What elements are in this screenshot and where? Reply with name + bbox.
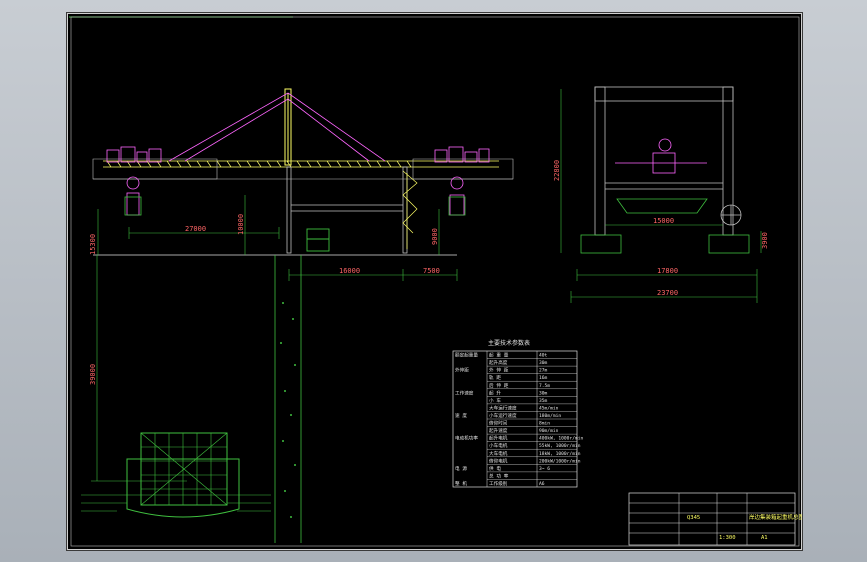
scale-label: 1:300 xyxy=(719,535,736,541)
parameter-table: 主要技术参数表 额定起重量 起 重 量 40t 起升高度 30m 外伸距 外 伸 距 27m 轨… xyxy=(452,339,583,488)
table-cell-value: 18kW, 1000r/min xyxy=(539,451,581,457)
ship-hull xyxy=(126,432,240,518)
table-cell-item: 小车运行速度 xyxy=(489,412,517,419)
table-cell-item: 起升速度 xyxy=(489,427,508,434)
elevation-view: 27000 15300 10000 9000 16000 7500 39000 xyxy=(81,88,514,543)
table-cell-value: 7.5m xyxy=(539,383,550,389)
dim-right-span: 7500 xyxy=(423,267,440,275)
table-cell-item: 俯仰时间 xyxy=(489,420,508,427)
table-cell-item: 供 电 xyxy=(489,465,501,472)
dim-overall-width: 23700 xyxy=(657,289,678,297)
table-cell-value: A6 xyxy=(539,481,545,487)
table-cell-item: 总 功 率 xyxy=(489,472,509,479)
table-cell-item: 起升电机 xyxy=(489,435,508,442)
table-cell-item: 起 升 xyxy=(489,389,501,396)
table-cell-item: 大车运行速度 xyxy=(489,404,517,411)
dim-rail-span: 16000 xyxy=(339,267,360,275)
table-cell-value: 45m/min xyxy=(539,405,559,411)
table-cell-item: 外 伸 距 xyxy=(489,367,509,374)
table-cell-label: 整 机 xyxy=(455,480,467,487)
dim-span-left: 27000 xyxy=(185,225,206,233)
drawing-sheet: 27000 15300 10000 9000 16000 7500 39000 … xyxy=(66,12,803,551)
table-cell-item: 大车电机 xyxy=(489,450,508,457)
table-cell-value: 27m xyxy=(539,368,548,374)
dim-inner-width: 15000 xyxy=(653,217,674,225)
table-cell-item: 工作级别 xyxy=(489,480,508,487)
drawing-title: 岸边集装箱起重机总图 xyxy=(749,513,802,521)
table-cell-item: 后 伸 距 xyxy=(489,382,509,389)
table-cell-value: 180m/min xyxy=(539,413,561,419)
dim-depth: 39000 xyxy=(89,364,97,385)
table-title: 主要技术参数表 xyxy=(488,339,530,347)
table-cell-value: 400kW, 1000r/min xyxy=(539,436,583,442)
table-cell-label: 电动机功率 xyxy=(455,435,478,442)
dim-wheel-height: 3900 xyxy=(761,232,769,249)
title-block: 岸边集装箱起重机总图 Q345 1:300 A1 xyxy=(628,492,802,546)
dim-height-right: 9000 xyxy=(431,228,439,245)
table-cell-item: 起 重 量 xyxy=(489,352,509,359)
dim-height-left: 15300 xyxy=(89,234,97,255)
cad-viewer: 27000 15300 10000 9000 16000 7500 39000 … xyxy=(0,0,867,562)
table-cell-value: 55kW, 1000r/min xyxy=(539,443,581,449)
table-cell-item: 小车电机 xyxy=(489,442,508,449)
sheet-number: A1 xyxy=(761,535,768,541)
material-label: Q345 xyxy=(687,515,700,521)
dim-height-mid: 10000 xyxy=(237,214,245,235)
table-cell-item: 小 车 xyxy=(489,397,501,404)
table-cell-label: 电 源 xyxy=(455,465,467,472)
table-cell-label: 外伸距 xyxy=(455,367,469,374)
table-cell-value: 30m xyxy=(539,390,548,396)
table-cell-value: 90m/min xyxy=(539,428,559,434)
table-cell-value: 16m xyxy=(539,375,548,381)
table-cell-value: 8min xyxy=(539,421,550,427)
table-cell-item: 俯仰电机 xyxy=(489,457,508,464)
table-cell-value: 40t xyxy=(539,353,548,359)
crane-general-drawing: 27000 15300 10000 9000 16000 7500 39000 … xyxy=(67,13,802,550)
table-cell-label: 额定起重量 xyxy=(455,352,478,359)
table-cell-value: 35m xyxy=(539,398,548,404)
table-cell-label: 工作速度 xyxy=(455,389,474,396)
side-view: 22800 15000 3900 17800 23700 xyxy=(553,86,769,303)
dim-gauge: 17800 xyxy=(657,267,678,275)
table-cell-value: 3~ 6 xyxy=(539,466,550,472)
table-cell-value: 200kW/1000r/min xyxy=(539,458,581,464)
dim-side-height: 22800 xyxy=(553,160,561,181)
table-cell-value: 30m xyxy=(539,360,548,366)
table-cell-item: 轨 距 xyxy=(489,374,501,381)
table-cell-item: 起升高度 xyxy=(489,359,508,366)
table-cell-label: 速 度 xyxy=(455,412,467,419)
